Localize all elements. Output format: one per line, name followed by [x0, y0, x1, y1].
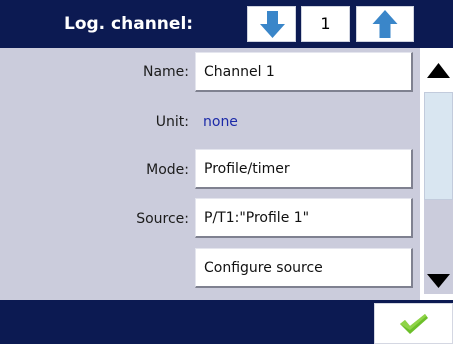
unit-label: Unit: [155, 114, 189, 130]
configure-source-button[interactable]: Configure source [195, 248, 413, 288]
mode-field[interactable]: Profile/timer [195, 149, 413, 189]
scroll-down-icon[interactable] [426, 270, 451, 290]
scroll-up-icon[interactable] [426, 60, 451, 80]
confirm-button[interactable] [374, 303, 453, 344]
source-label: Source: [136, 211, 189, 227]
previous-channel-button[interactable] [247, 6, 296, 42]
settings-panel: Name: Channel 1 Unit: none Mode: Profile… [0, 48, 420, 300]
source-field[interactable]: P/T1:"Profile 1" [195, 198, 413, 238]
name-label: Name: [142, 64, 189, 80]
mode-label: Mode: [146, 162, 189, 178]
checkmark-icon [399, 314, 428, 334]
header-bar: Log. channel: 1 [0, 0, 453, 48]
page-title: Log. channel: [64, 14, 194, 34]
next-channel-button[interactable] [356, 6, 414, 42]
arrow-up-icon [372, 10, 398, 38]
unit-value: none [203, 114, 238, 130]
scrollbar[interactable] [420, 48, 453, 300]
name-field[interactable]: Channel 1 [195, 52, 413, 92]
arrow-down-icon [260, 11, 285, 38]
scrollbar-thumb[interactable] [424, 92, 453, 200]
channel-number-field[interactable]: 1 [301, 6, 350, 42]
